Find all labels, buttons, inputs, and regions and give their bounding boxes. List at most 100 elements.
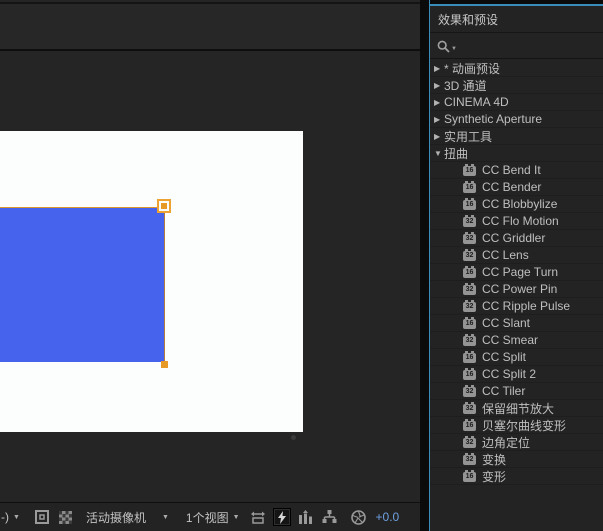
effect-row[interactable]: 32 边角定位 xyxy=(430,434,603,451)
blue-rectangle-layer[interactable] xyxy=(0,207,165,362)
category-row[interactable]: ▶ 实用工具 xyxy=(430,128,603,145)
magnification-dropdown[interactable]: -) ▼ xyxy=(1,506,20,528)
chevron-down-icon: ▼ xyxy=(13,513,20,521)
view-layout-dropdown[interactable]: 1个视图 ▼ xyxy=(186,506,240,528)
selection-handle-topright[interactable] xyxy=(157,199,171,213)
category-label: Synthetic Aperture xyxy=(444,112,543,126)
region-of-interest-button[interactable] xyxy=(33,508,51,526)
bit-depth-icon: 32 xyxy=(463,231,476,244)
flowchart-icon xyxy=(322,510,337,524)
bit-depth-icon: 16 xyxy=(463,163,476,176)
effects-presets-panel: 效果和预设 ▼ ▶ * 动画预设 ▶ 3D 通道 ▶ CINEMA 4D ▶ Syntheti… xyxy=(429,0,603,531)
effect-row[interactable]: 16 CC Blobbylize xyxy=(430,196,603,213)
effects-presets-tab[interactable]: 效果和预设 xyxy=(430,6,603,33)
bit-depth-icon: 16 xyxy=(463,316,476,329)
effect-label: CC Lens xyxy=(482,248,529,262)
bit-depth-icon: 16 xyxy=(463,469,476,482)
effects-list: ▶ * 动画预设 ▶ 3D 通道 ▶ CINEMA 4D ▶ Synthetic Apertu… xyxy=(430,60,603,531)
effect-label: CC Blobbylize xyxy=(482,197,558,211)
fast-previews-button[interactable] xyxy=(272,508,291,526)
effect-label: 边角定位 xyxy=(482,435,531,450)
effect-row[interactable]: 16 CC Bender xyxy=(430,179,603,196)
transparency-grid-button[interactable] xyxy=(57,508,75,526)
region-of-interest-icon xyxy=(34,510,49,524)
bit-depth-icon: 16 xyxy=(463,418,476,431)
pixel-aspect-correction-button[interactable] xyxy=(249,508,267,526)
panel-gap xyxy=(420,0,429,531)
bit-depth-icon: 16 xyxy=(463,265,476,278)
triangle-collapsed-icon[interactable]: ▶ xyxy=(434,132,444,141)
effect-label: CC Ripple Pulse xyxy=(482,299,571,313)
panel-title: 效果和预设 xyxy=(438,12,499,27)
search-icon[interactable] xyxy=(437,40,450,53)
adjust-exposure-control[interactable]: +0.0 xyxy=(374,506,400,528)
bit-depth-icon: 32 xyxy=(463,333,476,346)
viewer-toolbar: -) ▼ 活动摄像机 ▼ 1个视图 ▼ +0.0 xyxy=(0,502,420,531)
category-row[interactable]: ▼ 扭曲 xyxy=(430,145,603,162)
triangle-expanded-icon[interactable]: ▼ xyxy=(434,149,444,158)
search-options-caret-icon[interactable]: ▼ xyxy=(451,46,457,52)
composition-panel: -) ▼ 活动摄像机 ▼ 1个视图 ▼ +0.0 xyxy=(0,0,420,531)
effect-row[interactable]: 32 CC Smear xyxy=(430,332,603,349)
composition-panel-header xyxy=(0,2,420,49)
effect-row[interactable]: 16 CC Split xyxy=(430,349,603,366)
reset-exposure-button[interactable] xyxy=(350,508,368,526)
category-label: * 动画预设 xyxy=(444,61,501,76)
chevron-down-icon: ▼ xyxy=(232,513,240,521)
aperture-icon xyxy=(351,509,366,525)
bit-depth-icon: 32 xyxy=(463,452,476,465)
effect-row[interactable]: 16 CC Split 2 xyxy=(430,366,603,383)
selection-handle-topright-dot xyxy=(161,203,167,209)
effect-label: 变换 xyxy=(482,452,507,467)
search-input[interactable] xyxy=(462,37,603,55)
category-label: 扭曲 xyxy=(444,146,469,161)
bit-depth-icon: 32 xyxy=(463,435,476,448)
exposure-value: +0.0 xyxy=(375,510,400,524)
effect-row[interactable]: 32 CC Griddler xyxy=(430,230,603,247)
effect-row[interactable]: 32 保留细节放大 xyxy=(430,400,603,417)
anchor-point-dot xyxy=(291,435,296,440)
category-label: 实用工具 xyxy=(444,129,493,144)
effect-row[interactable]: 16 CC Slant xyxy=(430,315,603,332)
after-effects-workspace: -) ▼ 活动摄像机 ▼ 1个视图 ▼ +0.0 效果和预设 ▼ ▶ * 动画预… xyxy=(0,0,603,531)
effect-label: CC Split xyxy=(482,350,527,364)
category-row[interactable]: ▶ * 动画预设 xyxy=(430,60,603,77)
effect-row[interactable]: 32 CC Power Pin xyxy=(430,281,603,298)
effect-label: CC Bender xyxy=(482,180,542,194)
triangle-collapsed-icon[interactable]: ▶ xyxy=(434,81,444,90)
effect-row[interactable]: 32 CC Tiler xyxy=(430,383,603,400)
triangle-collapsed-icon[interactable]: ▶ xyxy=(434,115,444,124)
timeline-button[interactable] xyxy=(297,508,315,526)
comp-flowchart-button[interactable] xyxy=(321,508,339,526)
category-row[interactable]: ▶ CINEMA 4D xyxy=(430,94,603,111)
effect-label: CC Smear xyxy=(482,333,539,347)
effect-label: CC Page Turn xyxy=(482,265,559,279)
effect-row[interactable]: 16 贝塞尔曲线变形 xyxy=(430,417,603,434)
transparency-grid-icon xyxy=(59,510,73,524)
category-row[interactable]: ▶ 3D 通道 xyxy=(430,77,603,94)
bit-depth-icon: 16 xyxy=(463,350,476,363)
effect-label: CC Slant xyxy=(482,316,531,330)
camera-view-dropdown[interactable]: 活动摄像机 ▼ xyxy=(86,506,169,528)
effect-label: CC Bend It xyxy=(482,163,541,177)
composition-viewer[interactable] xyxy=(0,51,420,502)
lightning-bolt-icon xyxy=(277,510,287,524)
effect-row[interactable]: 16 CC Page Turn xyxy=(430,264,603,281)
effect-row[interactable]: 32 CC Ripple Pulse xyxy=(430,298,603,315)
effect-row[interactable]: 32 CC Lens xyxy=(430,247,603,264)
selection-handle-bottomright[interactable] xyxy=(161,361,168,368)
triangle-collapsed-icon[interactable]: ▶ xyxy=(434,64,444,73)
category-row[interactable]: ▶ Synthetic Aperture xyxy=(430,111,603,128)
effect-row[interactable]: 32 CC Flo Motion xyxy=(430,213,603,230)
effect-label: CC Flo Motion xyxy=(482,214,559,228)
effect-row[interactable]: 32 变换 xyxy=(430,451,603,468)
effect-row[interactable]: 16 变形 xyxy=(430,468,603,485)
triangle-collapsed-icon[interactable]: ▶ xyxy=(434,98,444,107)
effect-row[interactable]: 16 CC Bend It xyxy=(430,162,603,179)
bit-depth-icon: 16 xyxy=(463,367,476,380)
bit-depth-icon: 32 xyxy=(463,214,476,227)
composition-canvas[interactable] xyxy=(0,131,303,432)
bit-depth-icon: 32 xyxy=(463,248,476,261)
bit-depth-icon: 32 xyxy=(463,384,476,397)
effect-label: 贝塞尔曲线变形 xyxy=(482,418,567,433)
